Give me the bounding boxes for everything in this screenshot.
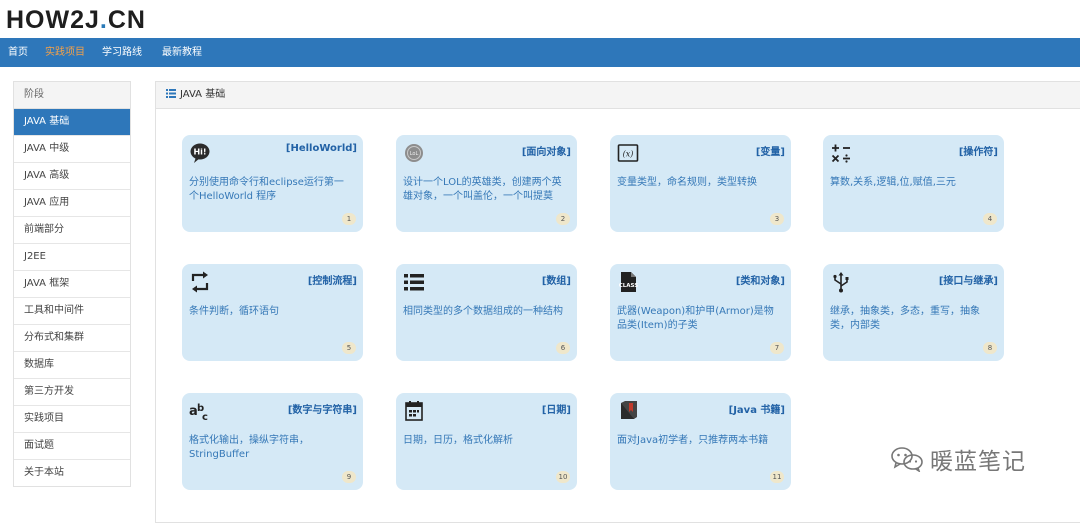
panel-header: JAVA 基础 <box>156 82 1080 109</box>
book-icon <box>621 401 637 419</box>
sidebar-item-java-application[interactable]: JAVA 应用 <box>14 190 130 217</box>
card-title: [数组] <box>541 276 571 287</box>
usb-icon <box>833 272 849 293</box>
card-number-badge: 3 <box>770 213 784 225</box>
card-description: 算数,关系,逻辑,位,赋值,三元 <box>830 177 956 188</box>
operators-icon <box>831 144 850 163</box>
wechat-watermark: 暖蓝笔记 <box>890 444 1026 475</box>
logo-text: HOW2J <box>6 6 100 34</box>
card-variable[interactable]: (x) [变量] 变量类型，命名规则，类型转换 3 <box>610 135 791 232</box>
sidebar-item-projects[interactable]: 实践项目 <box>14 406 130 433</box>
card-title: [HelloWorld] <box>285 143 357 154</box>
card-description: 格式化输出，操纵字符串，StringBuffer <box>189 435 309 460</box>
card-number-badge: 4 <box>983 213 997 225</box>
lol-icon: LoL <box>405 144 423 162</box>
sidebar-item-java-intermediate[interactable]: JAVA 中级 <box>14 136 130 163</box>
svg-text:(x): (x) <box>623 150 634 159</box>
top-navbar: 首页 实践项目 学习路线 最新教程 <box>0 38 1080 67</box>
card-title: [变量] <box>755 147 785 158</box>
svg-text:CLASS: CLASS <box>619 283 639 289</box>
card-title: [接口与继承] <box>938 276 998 287</box>
sidebar-item-java-framework[interactable]: JAVA 框架 <box>14 271 130 298</box>
watermark-text: 暖蓝笔记 <box>930 449 1026 475</box>
card-description: 武器(Weapon)和护甲(Armor)是物品类(Item)的子类 <box>617 306 774 331</box>
card-description: 设计一个LOL的英雄类，创建两个英雄对象，一个叫盖伦，一个叫提莫 <box>403 177 562 202</box>
card-helloworld[interactable]: Hi! [HelloWorld] 分别使用命令行和eclipse运行第一个Hel… <box>182 135 363 232</box>
card-title: [日期] <box>541 405 571 416</box>
logo-text-suffix: CN <box>107 6 146 34</box>
sidebar-item-about[interactable]: 关于本站 <box>14 460 130 486</box>
list-icon <box>404 274 424 291</box>
hi-bubble-icon: Hi! <box>190 143 210 163</box>
card-number-badge: 5 <box>342 342 356 354</box>
nav-item-practice[interactable]: 实践项目 <box>45 38 85 67</box>
sidebar-item-j2ee[interactable]: J2EE <box>14 244 130 271</box>
nav-item-roadmap[interactable]: 学习路线 <box>102 38 142 67</box>
card-number-badge: 10 <box>556 471 570 483</box>
sidebar-header: 阶段 <box>14 82 130 109</box>
list-icon <box>166 89 176 98</box>
class-file-icon: CLASS <box>619 272 639 292</box>
svg-text:LoL: LoL <box>410 151 419 157</box>
variable-icon: (x) <box>617 144 639 162</box>
sidebar-item-frontend[interactable]: 前端部分 <box>14 217 130 244</box>
card-number-badge: 2 <box>556 213 570 225</box>
card-oop[interactable]: LoL [面向对象] 设计一个LOL的英雄类，创建两个英雄对象，一个叫盖伦，一个… <box>396 135 577 232</box>
site-logo[interactable]: HOW2J.CN <box>6 6 146 35</box>
card-title: [类和对象] <box>735 276 785 287</box>
sidebar-item-third-party[interactable]: 第三方开发 <box>14 379 130 406</box>
sidebar-item-interview[interactable]: 面试题 <box>14 433 130 460</box>
card-interface-inheritance[interactable]: [接口与继承] 继承，抽象类，多态，重写，抽象类，内部类 8 <box>823 264 1004 361</box>
card-title: [数字与字符串] <box>287 405 357 416</box>
card-description: 继承，抽象类，多态，重写，抽象类，内部类 <box>830 306 980 331</box>
card-date[interactable]: [日期] 日期，日历，格式化解析 10 <box>396 393 577 490</box>
card-number-badge: 7 <box>770 342 784 354</box>
card-java-books[interactable]: [Java 书籍] 面对Java初学者，只推荐两本书籍 11 <box>610 393 791 490</box>
sidebar-item-distributed[interactable]: 分布式和集群 <box>14 325 130 352</box>
card-number-badge: 8 <box>983 342 997 354</box>
card-number-badge: 9 <box>342 471 356 483</box>
card-number-badge: 1 <box>342 213 356 225</box>
card-description: 面对Java初学者，只推荐两本书籍 <box>617 435 769 446</box>
card-number-string[interactable]: a b c [数字与字符串] 格式化输出，操纵字符串，StringBuffer … <box>182 393 363 490</box>
calendar-icon <box>405 401 423 421</box>
stage-sidebar: 阶段 JAVA 基础 JAVA 中级 JAVA 高级 JAVA 应用 前端部分 … <box>13 81 131 487</box>
sidebar-item-database[interactable]: 数据库 <box>14 352 130 379</box>
card-title: [控制流程] <box>307 276 357 287</box>
card-description: 变量类型，命名规则，类型转换 <box>617 177 757 188</box>
sidebar-item-tools[interactable]: 工具和中间件 <box>14 298 130 325</box>
panel-title: JAVA 基础 <box>180 89 226 100</box>
wechat-icon <box>891 447 923 472</box>
card-array[interactable]: [数组] 相同类型的多个数据组成的一种结构 6 <box>396 264 577 361</box>
card-control-flow[interactable]: [控制流程] 条件判断，循环语句 5 <box>182 264 363 361</box>
card-title: [面向对象] <box>521 147 571 158</box>
card-title: [操作符] <box>958 147 998 158</box>
nav-item-home[interactable]: 首页 <box>8 38 28 67</box>
card-description: 相同类型的多个数据组成的一种结构 <box>403 306 563 317</box>
loop-icon <box>191 271 209 293</box>
sidebar-item-java-basic[interactable]: JAVA 基础 <box>14 109 130 136</box>
card-description: 条件判断，循环语句 <box>189 306 279 317</box>
svg-text:Hi!: Hi! <box>193 148 206 157</box>
card-class-object[interactable]: CLASS [类和对象] 武器(Weapon)和护甲(Armor)是物品类(It… <box>610 264 791 361</box>
card-number-badge: 11 <box>770 471 784 483</box>
card-description: 日期，日历，格式化解析 <box>403 435 513 446</box>
nav-item-latest[interactable]: 最新教程 <box>162 38 202 67</box>
logo-dot: . <box>99 6 108 34</box>
card-description: 分别使用命令行和eclipse运行第一个HelloWorld 程序 <box>189 177 344 202</box>
card-title: [Java 书籍] <box>728 405 785 416</box>
svg-text:c: c <box>202 412 208 422</box>
card-operators[interactable]: [操作符] 算数,关系,逻辑,位,赋值,三元 4 <box>823 135 1004 232</box>
card-number-badge: 6 <box>556 342 570 354</box>
sidebar-item-java-advanced[interactable]: JAVA 高级 <box>14 163 130 190</box>
abc-icon: a b c <box>189 403 208 422</box>
